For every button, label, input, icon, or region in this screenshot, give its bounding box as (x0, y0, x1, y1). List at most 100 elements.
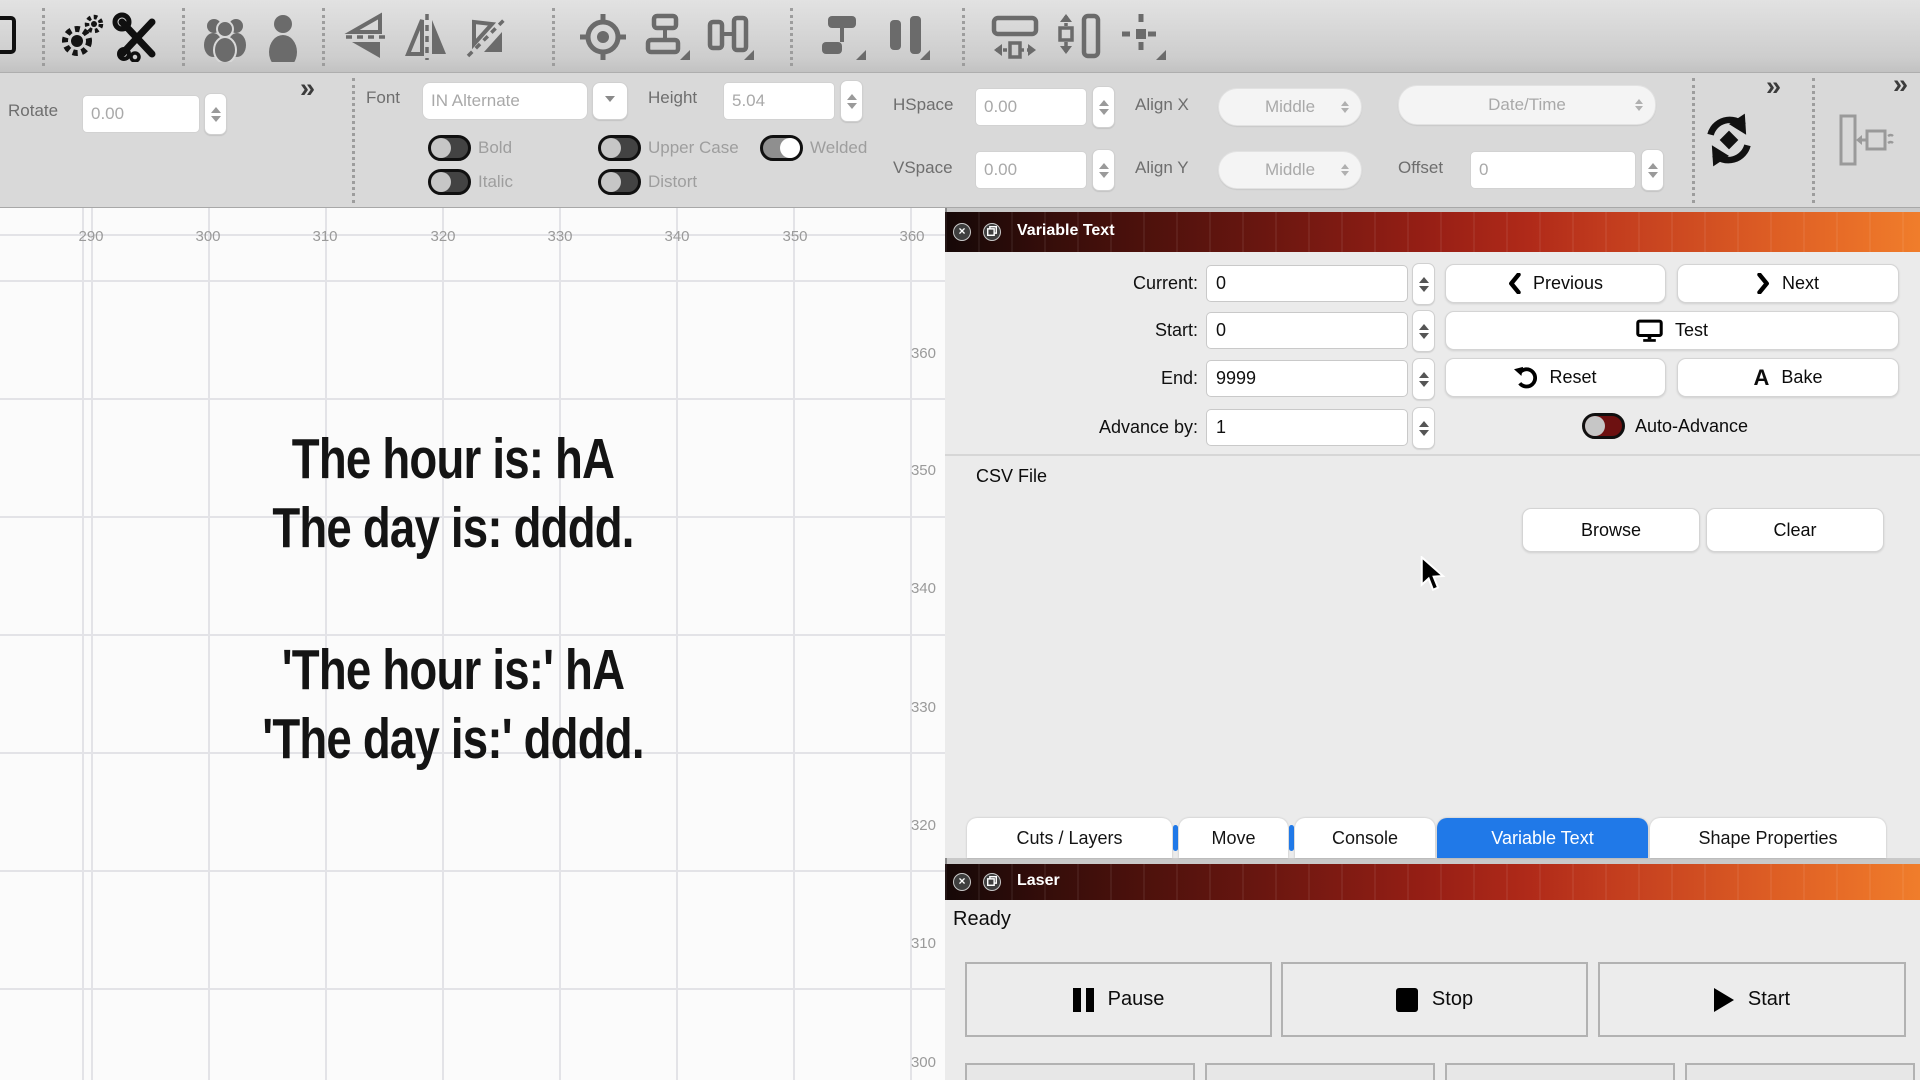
laser-extra-button[interactable] (1205, 1063, 1435, 1080)
toolbar-overflow-chevron[interactable]: » (1766, 71, 1779, 102)
align-y-value: Middle (1265, 160, 1315, 180)
pause-button[interactable]: Pause (965, 962, 1272, 1037)
bake-button[interactable]: A Bake (1677, 358, 1899, 397)
resize-width-icon[interactable] (990, 12, 1040, 62)
bold-toggle[interactable] (428, 135, 471, 161)
hspace-stepper[interactable] (1092, 86, 1115, 128)
height-input[interactable]: 5.04 (723, 82, 835, 120)
browse-button[interactable]: Browse (1522, 508, 1700, 552)
tab-variable-text[interactable]: Variable Text (1437, 818, 1648, 858)
auto-advance-toggle[interactable] (1582, 413, 1625, 439)
toolbar-overflow-chevron[interactable]: » (300, 73, 313, 104)
current-stepper[interactable] (1412, 263, 1435, 305)
vspace-stepper[interactable] (1092, 149, 1115, 191)
offset-stepper[interactable] (1641, 149, 1664, 191)
rotate-stepper[interactable] (204, 93, 227, 135)
mirror-diagonal-icon[interactable] (462, 12, 512, 62)
tab-shape-properties[interactable]: Shape Properties (1650, 818, 1886, 858)
font-dropdown-button[interactable] (592, 82, 628, 120)
previous-button[interactable]: Previous (1445, 264, 1666, 303)
align-vertical-icon[interactable] (642, 12, 692, 62)
date-time-dropdown[interactable]: Date/Time (1398, 85, 1656, 125)
position-cross-icon[interactable] (1118, 12, 1168, 62)
play-icon (1714, 988, 1734, 1012)
browse-button-label: Browse (1581, 520, 1641, 541)
tab-separator (1289, 825, 1294, 851)
tab-label: Move (1211, 828, 1255, 849)
hspace-input[interactable]: 0.00 (975, 88, 1087, 126)
flip-vertical-icon[interactable] (342, 12, 392, 62)
rotate-input[interactable]: 0.00 (82, 95, 200, 133)
align-x-dropdown[interactable]: Middle (1218, 88, 1362, 126)
float-panel-icon[interactable] (983, 223, 1001, 241)
advance-by-stepper[interactable] (1412, 407, 1435, 449)
canvas-text-object[interactable]: The hour is: hA (292, 426, 614, 492)
ruler-y-label: 320 (876, 818, 936, 834)
tab-label: Shape Properties (1698, 828, 1837, 849)
toolbar-separator (1812, 78, 1815, 203)
focus-target-icon[interactable] (578, 12, 628, 62)
tab-separator (1173, 825, 1178, 851)
close-icon[interactable]: × (953, 223, 971, 241)
tab-cuts-layers[interactable]: Cuts / Layers (967, 818, 1172, 858)
dock-panel-icon[interactable] (1836, 113, 1894, 167)
distribute-horizontal-icon[interactable] (818, 12, 868, 62)
tools-icon[interactable] (112, 12, 162, 62)
canvas-text-object[interactable]: 'The day is:' dddd. (262, 706, 643, 772)
window-icon[interactable] (0, 16, 16, 54)
welded-label: Welded (810, 138, 867, 158)
next-button[interactable]: Next (1677, 264, 1899, 303)
flip-horizontal-icon[interactable] (402, 12, 452, 62)
ruler-x-label: 310 (295, 228, 355, 245)
align-y-dropdown[interactable]: Middle (1218, 151, 1362, 189)
distribute-vertical-icon[interactable] (882, 12, 932, 62)
current-input[interactable]: 0 (1206, 265, 1408, 302)
sync-icon[interactable] (1700, 111, 1758, 169)
height-stepper[interactable] (840, 80, 863, 122)
start-button[interactable]: Start (1598, 962, 1906, 1037)
chevron-up-down-icon (1341, 97, 1349, 117)
float-panel-icon[interactable] (983, 873, 1001, 891)
auto-advance-label: Auto-Advance (1635, 416, 1748, 437)
height-label: Height (648, 88, 697, 108)
start-stepper[interactable] (1412, 310, 1435, 352)
canvas-text-object[interactable]: 'The hour is:' hA (282, 637, 624, 703)
laser-extra-button[interactable] (1445, 1063, 1675, 1080)
advance-by-input[interactable]: 1 (1206, 409, 1408, 446)
resize-height-icon[interactable] (1054, 12, 1104, 62)
offset-input[interactable]: 0 (1470, 151, 1636, 189)
tab-move[interactable]: Move (1179, 818, 1288, 858)
canvas-text-object[interactable]: The day is: dddd. (272, 495, 633, 561)
end-stepper[interactable] (1412, 358, 1435, 400)
tab-console[interactable]: Console (1295, 818, 1435, 858)
upper-case-toggle[interactable] (598, 135, 641, 161)
laser-extra-button[interactable] (1685, 1063, 1915, 1080)
toolbar-separator (42, 8, 45, 66)
start-input[interactable]: 0 (1206, 312, 1408, 349)
variable-text-panel: × Variable Text Current: 0 Start: 0 End:… (945, 212, 1920, 858)
user-group-icon[interactable] (200, 12, 250, 62)
reset-button[interactable]: Reset (1445, 358, 1666, 397)
ruler-x-label: 320 (413, 228, 473, 245)
welded-toggle[interactable] (760, 135, 803, 161)
clear-button[interactable]: Clear (1706, 508, 1884, 552)
reset-arrow-icon (1514, 366, 1537, 389)
close-icon[interactable]: × (953, 873, 971, 891)
ruler-y-label: 330 (876, 700, 936, 716)
reset-button-label: Reset (1549, 367, 1596, 388)
font-combobox[interactable]: IN Alternate (422, 82, 588, 120)
mouse-cursor (1418, 556, 1448, 590)
workspace-canvas[interactable]: 290 300 310 320 330 340 350 360 360 350 … (0, 208, 945, 1080)
align-horizontal-icon[interactable] (706, 12, 756, 62)
distort-toggle[interactable] (598, 169, 641, 195)
toolbar-overflow-chevron[interactable]: » (1893, 69, 1906, 100)
italic-toggle[interactable] (428, 169, 471, 195)
end-input[interactable]: 9999 (1206, 360, 1408, 397)
test-button[interactable]: Test (1445, 311, 1899, 350)
laser-extra-button[interactable] (965, 1063, 1195, 1080)
user-icon[interactable] (258, 12, 308, 62)
vspace-input[interactable]: 0.00 (975, 151, 1087, 189)
stop-button[interactable]: Stop (1281, 962, 1588, 1037)
toolbar-separator (962, 8, 965, 66)
settings-gears-icon[interactable] (56, 12, 106, 62)
